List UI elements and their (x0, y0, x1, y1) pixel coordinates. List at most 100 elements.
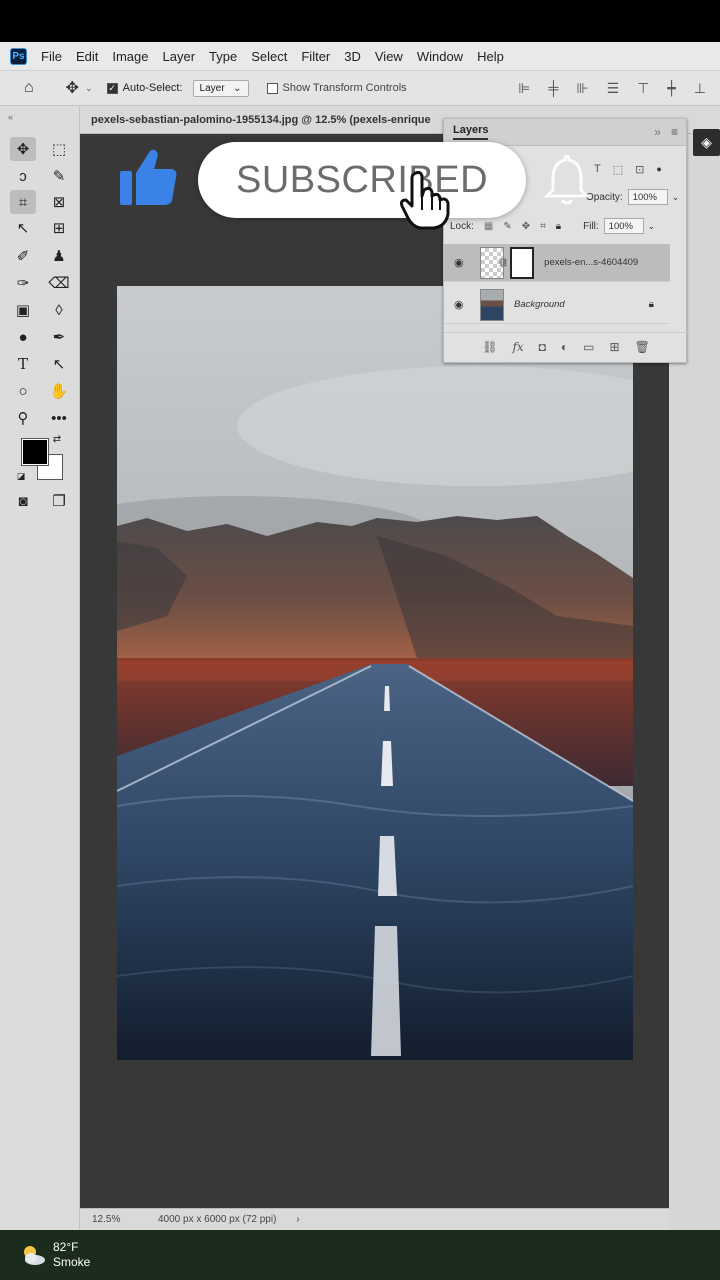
eye-icon[interactable]: ◉ (454, 298, 468, 311)
thumbs-up-icon (120, 149, 177, 205)
stamp-tool-icon[interactable]: ♟ (46, 244, 72, 268)
menu-view[interactable]: View (375, 49, 403, 64)
menu-bar: Ps File Edit Image Layer Type Select Fil… (0, 42, 720, 70)
screen-mode-icon[interactable]: ❐ (46, 489, 72, 513)
gradient-tool-icon[interactable]: ▣ (10, 298, 36, 322)
marquee-tool-icon[interactable]: ⬚ (46, 137, 72, 161)
distribute-icon[interactable]: ☰ (607, 80, 620, 97)
layer-row[interactable]: ◉ ⛓ pexels-en...s-4604409 (444, 244, 670, 282)
align-right-icon[interactable]: ⊪ (576, 80, 588, 97)
zoom-level[interactable]: 12.5% (92, 1214, 128, 1225)
toolbox: « ✥ ⬚ ↄ ✎ ⌗ ⊠ ↖ ⊞ ✐ ♟ ✑ ⌫ ▣ ◊ ● ✒ T ↖ ○ … (0, 106, 80, 1230)
blur-tool-icon[interactable]: ◊ (46, 298, 72, 322)
quick-select-tool-icon[interactable]: ✎ (46, 164, 72, 188)
menu-3d[interactable]: 3D (344, 49, 361, 64)
tool-preset-chevron-icon[interactable]: ⌄ (85, 83, 93, 94)
patch-tool-icon[interactable]: ⊞ (46, 216, 72, 240)
lock-transparent-icon[interactable]: ▦ (484, 221, 493, 232)
menu-select[interactable]: Select (251, 49, 287, 64)
history-brush-tool-icon[interactable]: ✑ (10, 271, 36, 295)
opacity-chevron-icon[interactable]: ⌄ (672, 192, 680, 203)
document-image[interactable] (117, 286, 633, 1060)
align-bottom-icon[interactable]: ⊥ (694, 80, 706, 97)
zoom-tool-icon[interactable]: ⚲ (10, 406, 36, 430)
lock-position-icon[interactable]: ✥ (522, 221, 530, 232)
swap-colors-icon[interactable]: ⇄ (50, 432, 64, 446)
menu-type[interactable]: Type (209, 49, 237, 64)
menu-filter[interactable]: Filter (301, 49, 330, 64)
delete-layer-icon[interactable]: 🗑︎ (635, 340, 650, 354)
layers-panel-title[interactable]: Layers (453, 124, 489, 140)
foreground-color-swatch[interactable] (21, 438, 49, 466)
menu-file[interactable]: File (41, 49, 62, 64)
fx-icon[interactable]: fx (512, 340, 523, 354)
path-select-tool-icon[interactable]: ↖ (46, 352, 72, 376)
eye-icon[interactable]: ◉ (454, 256, 468, 269)
ellipse-tool-icon[interactable]: ○ (10, 379, 36, 403)
link-icon[interactable]: ⛓ (498, 258, 508, 267)
filter-shape-icon[interactable]: ⬚ (613, 163, 623, 176)
collapse-icon[interactable]: « (8, 112, 13, 122)
status-arrow-icon[interactable]: › (296, 1214, 299, 1225)
move-tool-icon[interactable]: ✥ (66, 78, 79, 98)
new-group-icon[interactable]: ▭ (583, 340, 594, 354)
auto-select-label: Auto-Select: (122, 82, 183, 94)
move-tool-icon[interactable]: ✥ (10, 137, 36, 161)
lock-icon: 🔒︎ (648, 299, 654, 310)
eraser-tool-icon[interactable]: ⌫ (46, 271, 72, 295)
filter-smart-object-icon[interactable]: ⊡ (635, 163, 644, 176)
align-left-icon[interactable]: ⊫ (518, 80, 530, 97)
hand-tool-icon[interactable]: ✋ (46, 379, 72, 403)
menu-image[interactable]: Image (112, 49, 148, 64)
layer-row[interactable]: ◉ Background 🔒︎ (444, 286, 670, 324)
filter-toggle-icon[interactable]: ● (656, 164, 661, 174)
home-icon[interactable]: ⌂ (24, 79, 34, 97)
layer-thumbnail (480, 288, 504, 321)
chevron-down-icon: ⌄ (233, 82, 242, 94)
link-layers-icon[interactable]: ⛓ (482, 340, 497, 354)
frame-tool-icon[interactable]: ⊠ (46, 190, 72, 214)
add-mask-icon[interactable]: ◘ (539, 340, 546, 354)
menu-window[interactable]: Window (417, 49, 463, 64)
fill-chevron-icon[interactable]: ⌄ (648, 221, 656, 232)
menu-help[interactable]: Help (477, 49, 504, 64)
show-transform-controls-label: Show Transform Controls (282, 82, 407, 94)
dodge-tool-icon[interactable]: ● (10, 325, 36, 349)
align-top-icon[interactable]: ⊤ (637, 80, 649, 97)
default-colors-icon[interactable]: ◪ (14, 469, 28, 483)
fill-field[interactable]: 100% (603, 218, 644, 234)
filter-type-icon[interactable]: T (594, 163, 601, 175)
weather-widget[interactable]: 82°F Smoke (53, 1240, 90, 1270)
lock-pixels-icon[interactable]: ✎ (503, 221, 511, 232)
taskbar: 82°F Smoke (0, 1230, 720, 1280)
layer-mask-thumbnail[interactable] (510, 246, 535, 279)
type-tool-icon[interactable]: T (10, 352, 36, 376)
checkmark-icon: ✓ (106, 82, 118, 94)
lasso-tool-icon[interactable]: ↄ (10, 164, 36, 188)
pen-tool-icon[interactable]: ✒ (46, 325, 72, 349)
lock-all-icon[interactable]: 🔒︎ (556, 221, 561, 232)
menu-layer[interactable]: Layer (163, 49, 196, 64)
adjustment-layer-icon[interactable]: ◐ (561, 340, 568, 354)
align-center-icon[interactable]: ╪ (548, 80, 558, 97)
lock-artboard-icon[interactable]: ⌗ (540, 221, 546, 232)
layer-name: Background (514, 299, 565, 310)
panel-menu-icon[interactable]: ≡ (671, 125, 678, 139)
crop-tool-icon[interactable]: ⌗ (10, 190, 36, 214)
eyedropper-tool-icon[interactable]: ↖ (10, 216, 36, 240)
brush-tool-icon[interactable]: ✐ (10, 244, 36, 268)
subscribe-button[interactable]: SUBSCRIBED (198, 142, 526, 218)
auto-select-dropdown[interactable]: Layer ⌄ (192, 79, 249, 97)
quick-mask-icon[interactable]: ◙ (10, 489, 36, 513)
new-layer-icon[interactable]: ⊞ (610, 340, 620, 354)
align-middle-icon[interactable]: ┿ (667, 80, 675, 97)
collapse-panel-icon[interactable]: » (654, 125, 661, 139)
more-tools-icon[interactable]: ••• (46, 406, 72, 430)
weather-icon[interactable] (20, 1242, 46, 1268)
show-transform-controls-checkbox[interactable]: Show Transform Controls (266, 82, 407, 94)
layers-panel-icon[interactable]: ◈ (693, 129, 720, 156)
auto-select-checkbox[interactable]: ✓ Auto-Select: (106, 82, 183, 94)
opacity-field[interactable]: 100% (627, 189, 668, 205)
menu-edit[interactable]: Edit (76, 49, 98, 64)
align-buttons: ⊫ ╪ ⊪ ☰ ⊤ ┿ ⊥ (518, 80, 706, 97)
